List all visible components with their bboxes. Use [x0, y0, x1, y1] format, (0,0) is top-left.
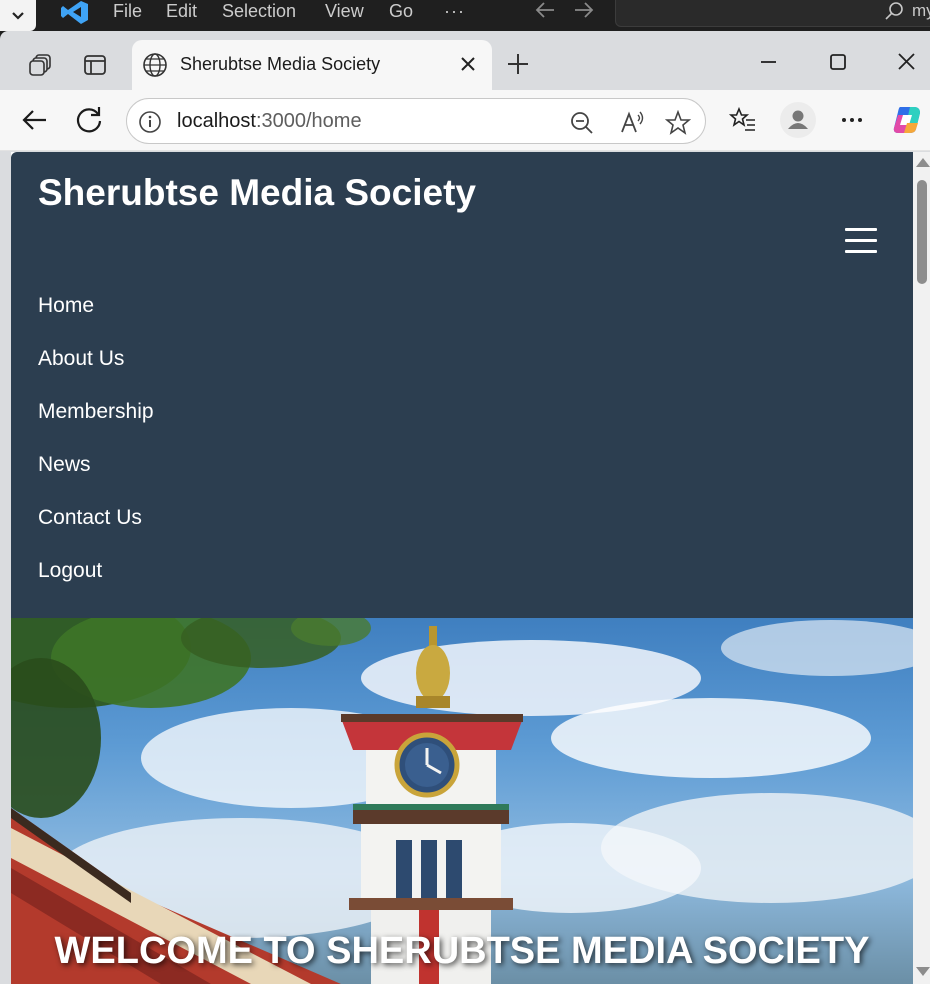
url-path: :3000/home [255, 110, 362, 132]
vertical-tabs-icon[interactable] [82, 52, 108, 78]
workspaces-icon[interactable] [28, 52, 54, 78]
back-button-icon[interactable] [18, 104, 50, 136]
new-tab-plus-icon[interactable] [504, 50, 532, 78]
browser-window: Sherubtse Media Society localhost:3000/h… [0, 31, 930, 984]
url-text: localhost:3000/home [177, 110, 362, 133]
tab-active[interactable]: Sherubtse Media Society [132, 40, 492, 90]
nav-item-contact[interactable]: Contact Us [38, 506, 154, 559]
search-icon [885, 2, 903, 20]
address-toolbar: localhost:3000/home [0, 90, 930, 151]
hamburger-menu-icon[interactable] [845, 228, 877, 258]
vscode-titlebar: File Edit Selection View Go ··· my [0, 0, 930, 31]
user-icon [788, 110, 808, 129]
hero-banner: WELCOME TO SHERUBTSE MEDIA SOCIETY [11, 618, 913, 984]
globe-icon [143, 53, 167, 77]
forward-arrow-icon[interactable] [573, 0, 595, 24]
nav-item-about[interactable]: About Us [38, 347, 154, 400]
tab-strip: Sherubtse Media Society [0, 31, 930, 90]
nav-item-membership[interactable]: Membership [38, 400, 154, 453]
page-viewport: Sherubtse Media Society Home About Us Me… [11, 152, 913, 984]
vscode-command-center[interactable]: my [615, 0, 930, 27]
vscode-menu-view[interactable]: View [325, 0, 364, 24]
zoom-out-icon[interactable] [569, 110, 595, 136]
nav-item-logout[interactable]: Logout [38, 559, 154, 612]
refresh-icon[interactable] [73, 104, 105, 136]
site-title[interactable]: Sherubtse Media Society [38, 172, 476, 214]
favorites-icon[interactable] [728, 105, 758, 135]
scroll-thumb[interactable] [917, 180, 927, 284]
scroll-up-arrow-icon[interactable] [916, 158, 930, 167]
copilot-icon[interactable] [890, 103, 924, 137]
scroll-down-arrow-icon[interactable] [916, 967, 930, 976]
hero-heading: WELCOME TO SHERUBTSE MEDIA SOCIETY [54, 930, 870, 972]
vscode-menu-edit[interactable]: Edit [166, 0, 197, 24]
tab-title: Sherubtse Media Society [180, 54, 381, 74]
page-scrollbar[interactable] [913, 152, 930, 984]
profile-avatar[interactable] [780, 102, 816, 138]
main-nav: Home About Us Membership News Contact Us… [38, 294, 154, 612]
favorite-star-icon[interactable] [665, 110, 691, 136]
vscode-menu-more[interactable]: ··· [444, 0, 465, 24]
vscode-menu-selection[interactable]: Selection [222, 0, 296, 24]
nav-item-news[interactable]: News [38, 453, 154, 506]
vscode-menu-go[interactable]: Go [389, 0, 413, 24]
back-arrow-icon[interactable] [534, 0, 556, 24]
url-host: localhost [177, 110, 256, 132]
close-tab-icon[interactable] [456, 52, 480, 76]
chevron-down-icon[interactable] [0, 0, 36, 31]
vscode-logo-icon [60, 0, 90, 26]
site-info-icon[interactable] [138, 110, 162, 134]
read-aloud-icon[interactable] [619, 110, 645, 136]
nav-item-home[interactable]: Home [38, 294, 154, 347]
maximize-icon[interactable] [823, 49, 853, 79]
address-bar[interactable]: localhost:3000/home [126, 98, 706, 144]
vscode-menu-file[interactable]: File [113, 0, 142, 24]
close-window-icon[interactable] [892, 49, 922, 79]
more-options-icon[interactable] [837, 105, 867, 135]
vscode-search-text: my [912, 1, 930, 20]
site-header: Sherubtse Media Society Home About Us Me… [11, 152, 913, 618]
minimize-icon[interactable] [754, 49, 784, 79]
